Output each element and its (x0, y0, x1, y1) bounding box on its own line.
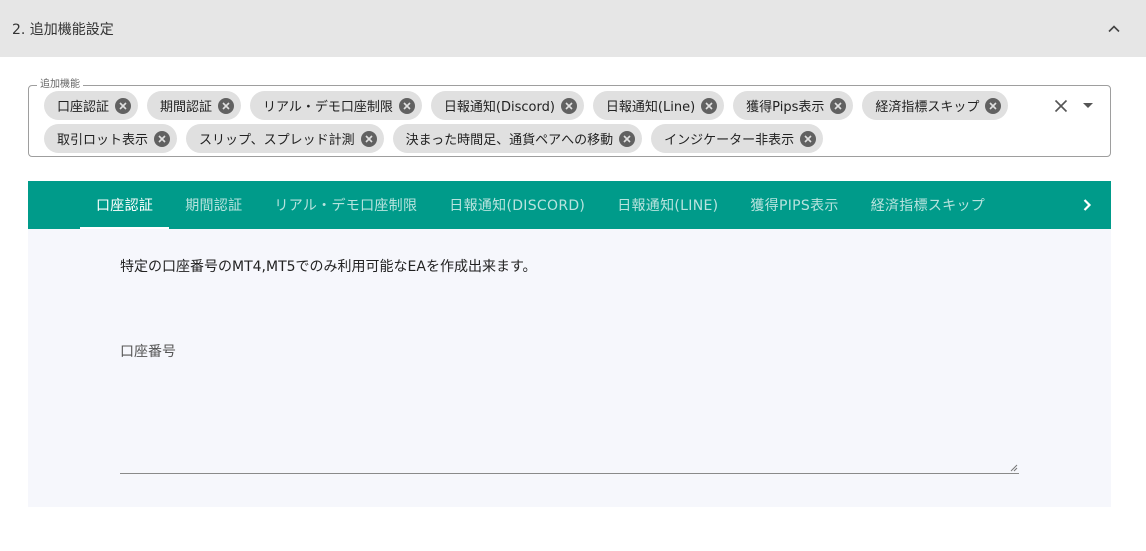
tab-daily-report-discord[interactable]: 日報通知(DISCORD) (433, 181, 601, 229)
remove-chip-icon[interactable] (398, 97, 415, 114)
chip-list: 口座認証 期間認証 リアル・デモ口座制限 日報通知(Discord) 日報通知(… (44, 91, 1044, 153)
chip[interactable]: リアル・デモ口座制限 (250, 91, 422, 120)
remove-chip-icon[interactable] (800, 130, 817, 147)
resize-handle-icon[interactable] (1008, 462, 1018, 472)
chip[interactable]: 獲得Pips表示 (733, 91, 854, 120)
chip-label: スリップ、スプレッド計測 (199, 133, 355, 148)
tab-account-auth[interactable]: 口座認証 (80, 181, 170, 229)
remove-chip-icon[interactable] (360, 130, 377, 147)
clear-all-icon[interactable] (1051, 96, 1071, 116)
chip[interactable]: 経済指標スキップ (862, 91, 1009, 120)
panel-description: 特定の口座番号のMT4,MT5でのみ利用可能なEAを作成出来ます。 (120, 259, 537, 275)
chip-label: リアル・デモ口座制限 (263, 100, 393, 115)
chevron-up-icon[interactable] (1106, 21, 1122, 37)
chip[interactable]: 日報通知(Line) (592, 91, 725, 120)
features-select[interactable]: 追加機能 口座認証 期間認証 リアル・デモ口座制限 日報通知(Discord) … (28, 78, 1111, 157)
account-number-label: 口座番号 (120, 344, 176, 360)
tab-list: 口座認証 期間認証 リアル・デモ口座制限 日報通知(DISCORD) 日報通知(… (80, 181, 1001, 229)
remove-chip-icon[interactable] (619, 130, 636, 147)
chip[interactable]: スリップ、スプレッド計測 (186, 124, 384, 153)
chip[interactable]: 日報通知(Discord) (430, 91, 584, 120)
remove-chip-icon[interactable] (985, 97, 1002, 114)
account-number-field-wrap (120, 364, 1019, 474)
chip-label: 日報通知(Line) (605, 100, 696, 115)
chip[interactable]: 取引ロット表示 (44, 124, 178, 153)
chip[interactable]: インジケーター非表示 (651, 124, 824, 153)
dropdown-arrow-icon[interactable] (1078, 96, 1098, 116)
chip-label: 期間認証 (160, 100, 213, 115)
chip-label: 獲得Pips表示 (746, 100, 825, 115)
feature-tabs: 口座認証 期間認証 リアル・デモ口座制限 日報通知(DISCORD) 日報通知(… (28, 181, 1111, 229)
tab-real-demo-restriction[interactable]: リアル・デモ口座制限 (258, 181, 433, 229)
chip-label: 取引ロット表示 (57, 133, 149, 148)
chip[interactable]: 期間認証 (147, 91, 242, 120)
remove-chip-icon[interactable] (154, 130, 171, 147)
remove-chip-icon[interactable] (560, 97, 577, 114)
section-title: 2. 追加機能設定 (12, 21, 114, 38)
tab-period-auth[interactable]: 期間認証 (169, 181, 258, 229)
chip[interactable]: 口座認証 (44, 91, 139, 120)
chip-label: 決まった時間足、通貨ペアへの移動 (405, 133, 614, 148)
chip-label: インジケーター非表示 (664, 133, 795, 148)
remove-chip-icon[interactable] (115, 97, 132, 114)
section-header[interactable]: 2. 追加機能設定 (0, 0, 1146, 57)
chip-label: 経済指標スキップ (875, 100, 980, 115)
chip[interactable]: 決まった時間足、通貨ペアへの移動 (392, 124, 643, 153)
remove-chip-icon[interactable] (701, 97, 718, 114)
remove-chip-icon[interactable] (830, 97, 847, 114)
chip-label: 口座認証 (57, 100, 110, 115)
chip-label: 日報通知(Discord) (443, 100, 555, 115)
account-number-field[interactable] (120, 364, 1019, 473)
tab-economic-indicator-skip[interactable]: 経済指標スキップ (855, 181, 1001, 229)
tab-daily-report-line[interactable]: 日報通知(LINE) (601, 181, 734, 229)
features-select-label: 追加機能 (37, 78, 83, 92)
tab-panel-account-auth: 特定の口座番号のMT4,MT5でのみ利用可能なEAを作成出来ます。 口座番号 (28, 229, 1111, 507)
remove-chip-icon[interactable] (218, 97, 235, 114)
tab-pips-display[interactable]: 獲得PIPS表示 (734, 181, 854, 229)
chevron-right-icon[interactable] (1075, 193, 1099, 217)
